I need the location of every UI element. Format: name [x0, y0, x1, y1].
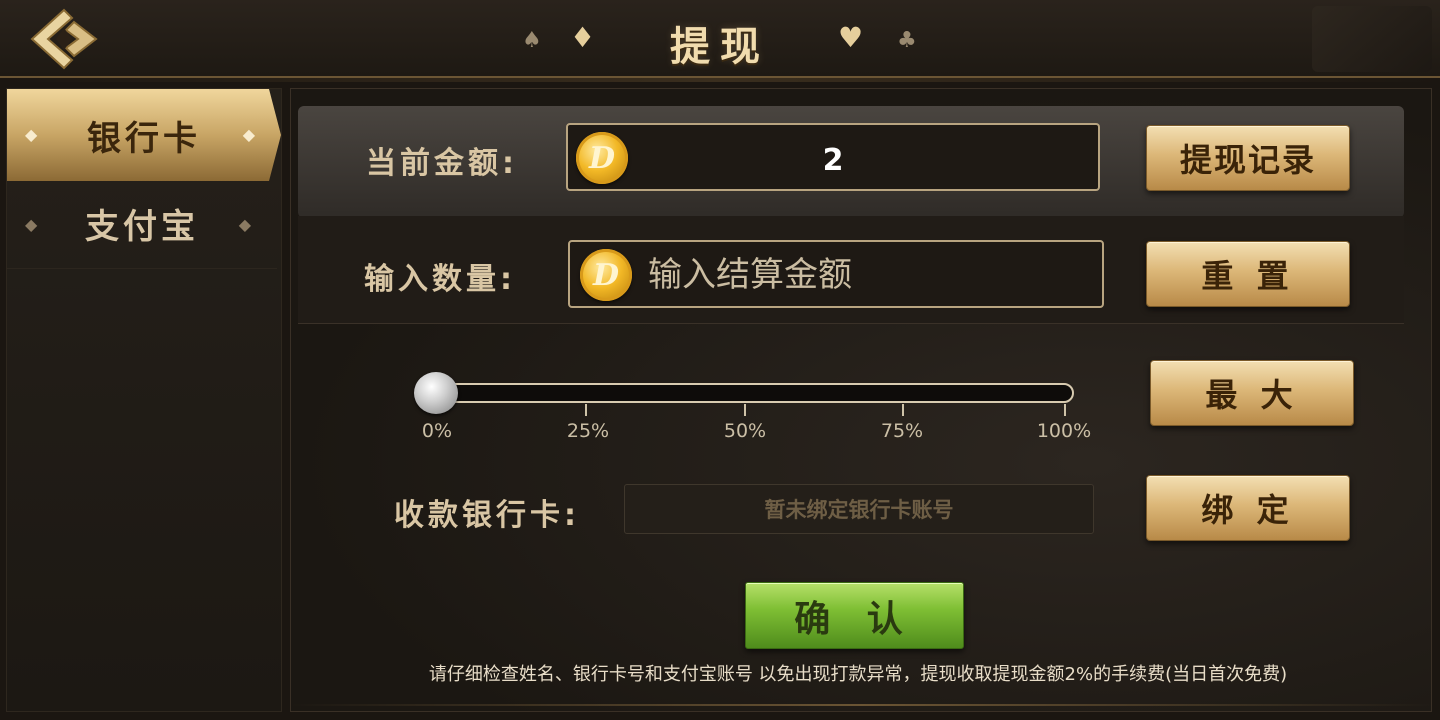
divider: [290, 704, 1434, 706]
arrow-left-icon: ◆: [25, 215, 42, 234]
input-amount-field: D: [568, 240, 1104, 308]
sidebar-item-alipay[interactable]: ◆ 支付宝 ◆: [7, 179, 277, 269]
slider-tick: [1064, 404, 1066, 416]
arrow-right-icon: ◆: [238, 215, 255, 234]
fee-notice: 请仔细检查姓名、银行卡号和支付宝账号 以免出现打款异常，提现收取提现金额2%的手…: [428, 664, 1288, 685]
page-title: 提现: [670, 24, 770, 70]
input-amount-label: 输入数量:: [364, 262, 516, 297]
header-bar: ♠ ♦ 提现 ♥ ♣: [0, 0, 1440, 82]
slider-tick-label: 75%: [880, 420, 924, 442]
max-button[interactable]: 最 大: [1150, 360, 1354, 426]
current-amount-label: 当前金额:: [366, 146, 518, 181]
current-amount-field: D 2: [566, 123, 1100, 191]
slider-tick-label: 0%: [421, 420, 453, 442]
bank-card-label: 收款银行卡:: [394, 498, 580, 533]
club-icon: ♣: [897, 28, 917, 53]
slider-tick: [744, 404, 746, 416]
sidebar-item-label: 支付宝: [85, 207, 199, 247]
cards-decoration: [1312, 6, 1432, 72]
slider-tick: [902, 404, 904, 416]
amount-input[interactable]: [648, 252, 1088, 298]
slider-tick-label: 25%: [566, 420, 610, 442]
coin-icon: D: [580, 249, 632, 301]
slider-knob[interactable]: [414, 372, 458, 414]
arrow-left-icon: ◆: [25, 125, 42, 144]
sidebar-item-bank-card[interactable]: ◆ 银行卡 ◆: [7, 89, 281, 181]
heart-icon: ♥: [838, 21, 864, 54]
sidebar: ◆ 银行卡 ◆ ◆ 支付宝 ◆: [6, 88, 282, 712]
bank-card-field: 暂未绑定银行卡账号: [624, 484, 1094, 534]
arrow-right-icon: ◆: [242, 125, 259, 144]
amount-slider-track[interactable]: [430, 383, 1074, 403]
reset-button[interactable]: 重 置: [1146, 241, 1350, 307]
confirm-button[interactable]: 确 认: [745, 582, 964, 649]
sidebar-item-label: 银行卡: [87, 118, 201, 159]
slider-tick-label: 100%: [1036, 420, 1092, 442]
current-amount-value: 2: [822, 143, 844, 178]
withdraw-history-button[interactable]: 提现记录: [1146, 125, 1350, 191]
slider-tick: [585, 404, 587, 416]
slider-tick-label: 50%: [723, 420, 767, 442]
bind-button[interactable]: 绑 定: [1146, 475, 1350, 541]
